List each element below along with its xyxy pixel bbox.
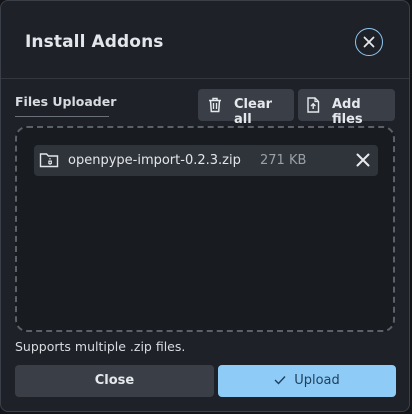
file-dropzone[interactable]: openpype-import-0.2.3.zip 271 KB xyxy=(15,126,395,332)
file-size: 271 KB xyxy=(260,153,307,168)
add-files-button[interactable]: Add files xyxy=(298,89,395,127)
install-addons-dialog: Install Addons Files Uploader Clear all … xyxy=(0,0,410,412)
close-button[interactable]: Close xyxy=(15,365,214,397)
clear-all-button[interactable]: Clear all xyxy=(198,89,294,127)
zip-folder-icon xyxy=(39,153,59,168)
files-uploader-label: Files Uploader xyxy=(15,94,117,109)
trash-icon xyxy=(209,97,221,113)
check-icon xyxy=(274,376,286,385)
upload-button[interactable]: Upload xyxy=(218,365,396,397)
close-icon xyxy=(363,36,375,48)
file-name: openpype-import-0.2.3.zip xyxy=(68,153,241,168)
close-button-label: Close xyxy=(94,373,135,388)
upload-hint: Supports multiple .zip files. xyxy=(15,339,186,354)
add-files-label: Add files xyxy=(332,97,363,127)
file-list-item: openpype-import-0.2.3.zip 271 KB xyxy=(34,145,378,176)
dialog-close-button[interactable] xyxy=(355,28,383,56)
dialog-title: Install Addons xyxy=(25,32,164,52)
section-divider xyxy=(15,116,109,117)
file-upload-icon xyxy=(307,97,320,113)
remove-file-icon[interactable] xyxy=(356,153,370,167)
clear-all-label: Clear all xyxy=(234,97,272,127)
upload-button-label: Upload xyxy=(294,373,340,388)
dialog-header: Install Addons xyxy=(1,1,409,79)
